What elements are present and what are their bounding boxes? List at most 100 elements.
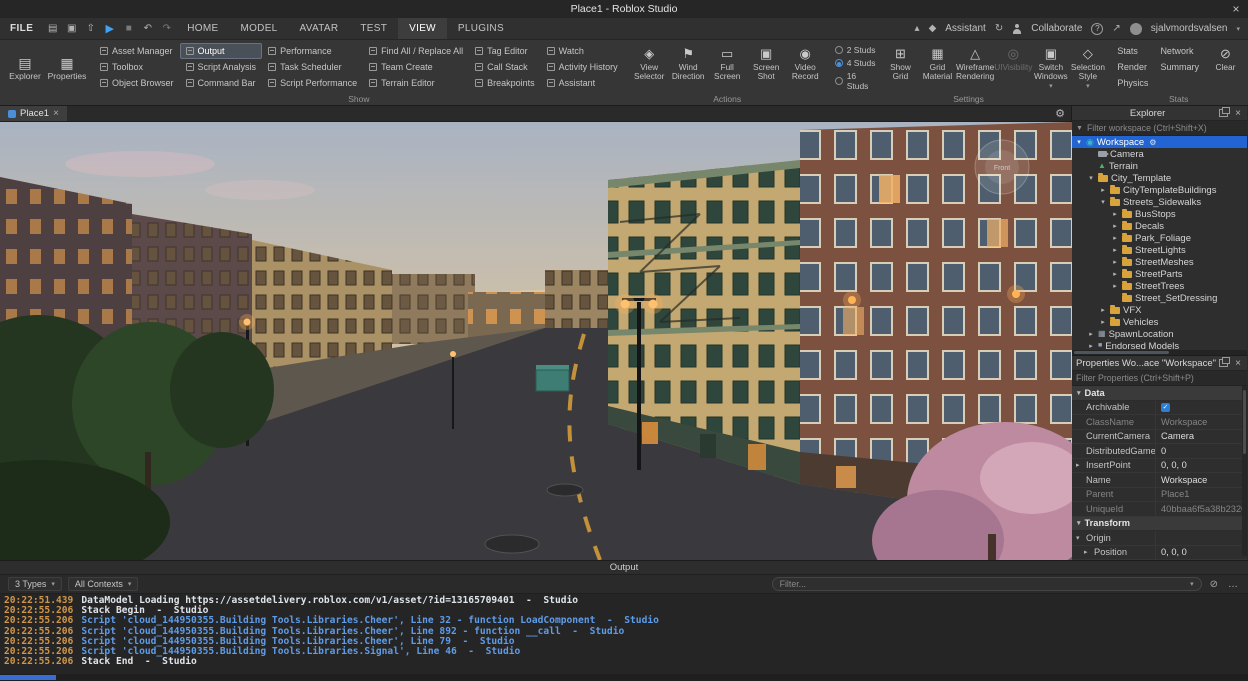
tree-item-camera[interactable]: Camera [1072,148,1247,160]
selection-style-button[interactable]: ◇Selection Style▾ [1069,43,1106,93]
username[interactable]: sjalvmordsvalsen [1151,23,1228,34]
types-dropdown[interactable]: 3 Types▾ [8,577,62,591]
tree-item-street-setdressing[interactable]: Street_SetDressing [1072,292,1247,304]
properties-toggle-button[interactable]: ▦ Properties [46,43,88,93]
new-file-icon[interactable]: ▤ [43,18,62,39]
tab-plugins[interactable]: PLUGINS [447,18,515,39]
user-avatar[interactable] [1130,23,1142,35]
grid-material-button[interactable]: ▦Grid Material [919,43,956,93]
expand-arrow[interactable]: ▸ [1111,258,1119,266]
expand-arrow[interactable]: ▸ [1111,270,1119,278]
help-icon[interactable]: ? [1091,23,1103,35]
tree-item-decals[interactable]: ▸Decals [1072,220,1247,232]
assistant-button[interactable]: Assistant [945,23,986,34]
expand-arrow[interactable]: ▸ [1087,342,1095,350]
expand-arrow[interactable]: ▸ [1111,246,1119,254]
switch-windows-button[interactable]: ▣Switch Windows▾ [1032,43,1069,93]
render-button[interactable]: Render [1112,59,1153,75]
tree-item-busstops[interactable]: ▸BusStops [1072,208,1247,220]
section-data[interactable]: ▾Data [1072,386,1247,401]
tree-item-terrain[interactable]: ▲Terrain [1072,160,1247,172]
float-window-icon[interactable] [1219,359,1228,367]
expand-arrow[interactable]: ▾ [1087,174,1095,182]
radio-2-studs[interactable]: 2 Studs [835,45,878,55]
share-icon[interactable]: ↗ [1112,23,1120,34]
output-filter-input[interactable] [780,579,1186,589]
tree-item-streetlights[interactable]: ▸StreetLights [1072,244,1247,256]
clear-stats-button[interactable]: ⊘Clear [1206,43,1245,93]
physics-button[interactable]: Physics [1112,75,1153,91]
radio-16-studs[interactable]: 16 Studs [835,71,878,91]
caret-down-icon[interactable]: ▾ [1190,580,1194,588]
publish-icon[interactable]: ⇧ [81,18,100,39]
file-menu[interactable]: FILE [0,18,43,39]
undo-button[interactable]: ↶ [138,18,157,39]
tab-home[interactable]: HOME [176,18,229,39]
tree-item-streets-sidewalks[interactable]: ▾Streets_Sidewalks [1072,196,1247,208]
wind-direction-button[interactable]: ⚑Wind Direction [669,43,708,93]
properties-close-button[interactable]: × [1233,358,1243,369]
command-bar-button[interactable]: Command Bar [180,75,263,91]
collapse-ribbon-icon[interactable]: ▴ [915,23,920,34]
show-grid-button[interactable]: ⊞Show Grid [882,43,919,93]
watch-button[interactable]: Watch [541,43,624,59]
tree-item-endorsed-models[interactable]: ▸■Endorsed Models [1072,340,1247,350]
scrollbar-thumb[interactable] [1074,351,1169,354]
stop-button[interactable]: ■ [119,18,138,39]
expand-arrow[interactable]: ▸ [1087,330,1095,338]
collaborate-button[interactable]: Collaborate [1031,23,1082,34]
clear-output-icon[interactable]: ⊘ [1208,579,1220,590]
tree-item-streetparts[interactable]: ▸StreetParts [1072,268,1247,280]
ui-visibility-button[interactable]: ◎UIVisibility [994,43,1032,93]
find-all-button[interactable]: Find All / Replace All [363,43,469,59]
expand-arrow[interactable]: ▾ [1099,198,1107,206]
view-selector-button[interactable]: ◈View Selector [630,43,669,93]
explorer-close-button[interactable]: × [1233,108,1243,119]
tab-close-icon[interactable]: × [53,108,59,119]
stats-button[interactable]: Stats [1112,43,1153,59]
place1-tab[interactable]: Place1 × [0,106,67,121]
tree-item-streetmeshes[interactable]: ▸StreetMeshes [1072,256,1247,268]
section-transform[interactable]: ▾Transform [1072,517,1247,532]
radio-4-studs[interactable]: 4 Studs [835,58,878,68]
archivable-checkbox[interactable]: ✓ [1161,403,1170,412]
tree-item-city-template[interactable]: ▾City_Template [1072,172,1247,184]
task-scheduler-button[interactable]: Task Scheduler [262,59,363,75]
explorer-filter-input[interactable] [1087,123,1243,133]
terrain-editor-button[interactable]: Terrain Editor [363,75,469,91]
script-analysis-button[interactable]: Script Analysis [180,59,263,75]
network-button[interactable]: Network [1155,43,1204,59]
full-screen-button[interactable]: ▭Full Screen [708,43,747,93]
tab-avatar[interactable]: AVATAR [289,18,350,39]
tree-item-vfx[interactable]: ▸VFX [1072,304,1247,316]
redo-button[interactable]: ↷ [157,18,176,39]
wireframe-rendering-button[interactable]: △Wireframe Rendering [956,43,994,93]
expand-arrow[interactable]: ▾ [1075,138,1083,146]
tree-item-spawnlocation[interactable]: ▸▦SpawnLocation [1072,328,1247,340]
tab-view[interactable]: VIEW [398,18,447,39]
expand-arrow[interactable]: ▸ [1099,306,1107,314]
performance-button[interactable]: Performance [262,43,363,59]
tree-item-park-foliage[interactable]: ▸Park_Foliage [1072,232,1247,244]
tag-editor-button[interactable]: Tag Editor [469,43,541,59]
asset-manager-button[interactable]: Asset Manager [94,43,180,59]
breakpoints-button[interactable]: Breakpoints [469,75,541,91]
expand-arrow[interactable]: ▸ [1111,234,1119,242]
summary-button[interactable]: Summary [1155,59,1204,75]
view-gizmo[interactable]: Front [975,140,1029,194]
expand-arrow[interactable]: ▸ [1111,222,1119,230]
script-performance-button[interactable]: Script Performance [262,75,363,91]
activity-history-button[interactable]: Activity History [541,59,624,75]
output-filter-box[interactable]: ▾ [772,577,1202,591]
object-browser-button[interactable]: Object Browser [94,75,180,91]
log-line[interactable]: 20:22:55.206Stack End - Studio [4,657,1248,667]
screen-shot-button[interactable]: ▣Screen Shot [747,43,786,93]
contexts-dropdown[interactable]: All Contexts▾ [68,577,139,591]
user-caret-icon[interactable]: ▾ [1236,25,1240,33]
tree-item-citytemplatebuildings[interactable]: ▸CityTemplateBuildings [1072,184,1247,196]
viewport-settings-gear-icon[interactable]: ⚙ [1055,107,1065,120]
expand-arrow[interactable]: ▸ [1099,186,1107,194]
video-record-button[interactable]: ◉Video Record [786,43,825,93]
window-close-button[interactable]: × [1224,0,1248,18]
scrollbar-thumb[interactable] [0,675,56,680]
